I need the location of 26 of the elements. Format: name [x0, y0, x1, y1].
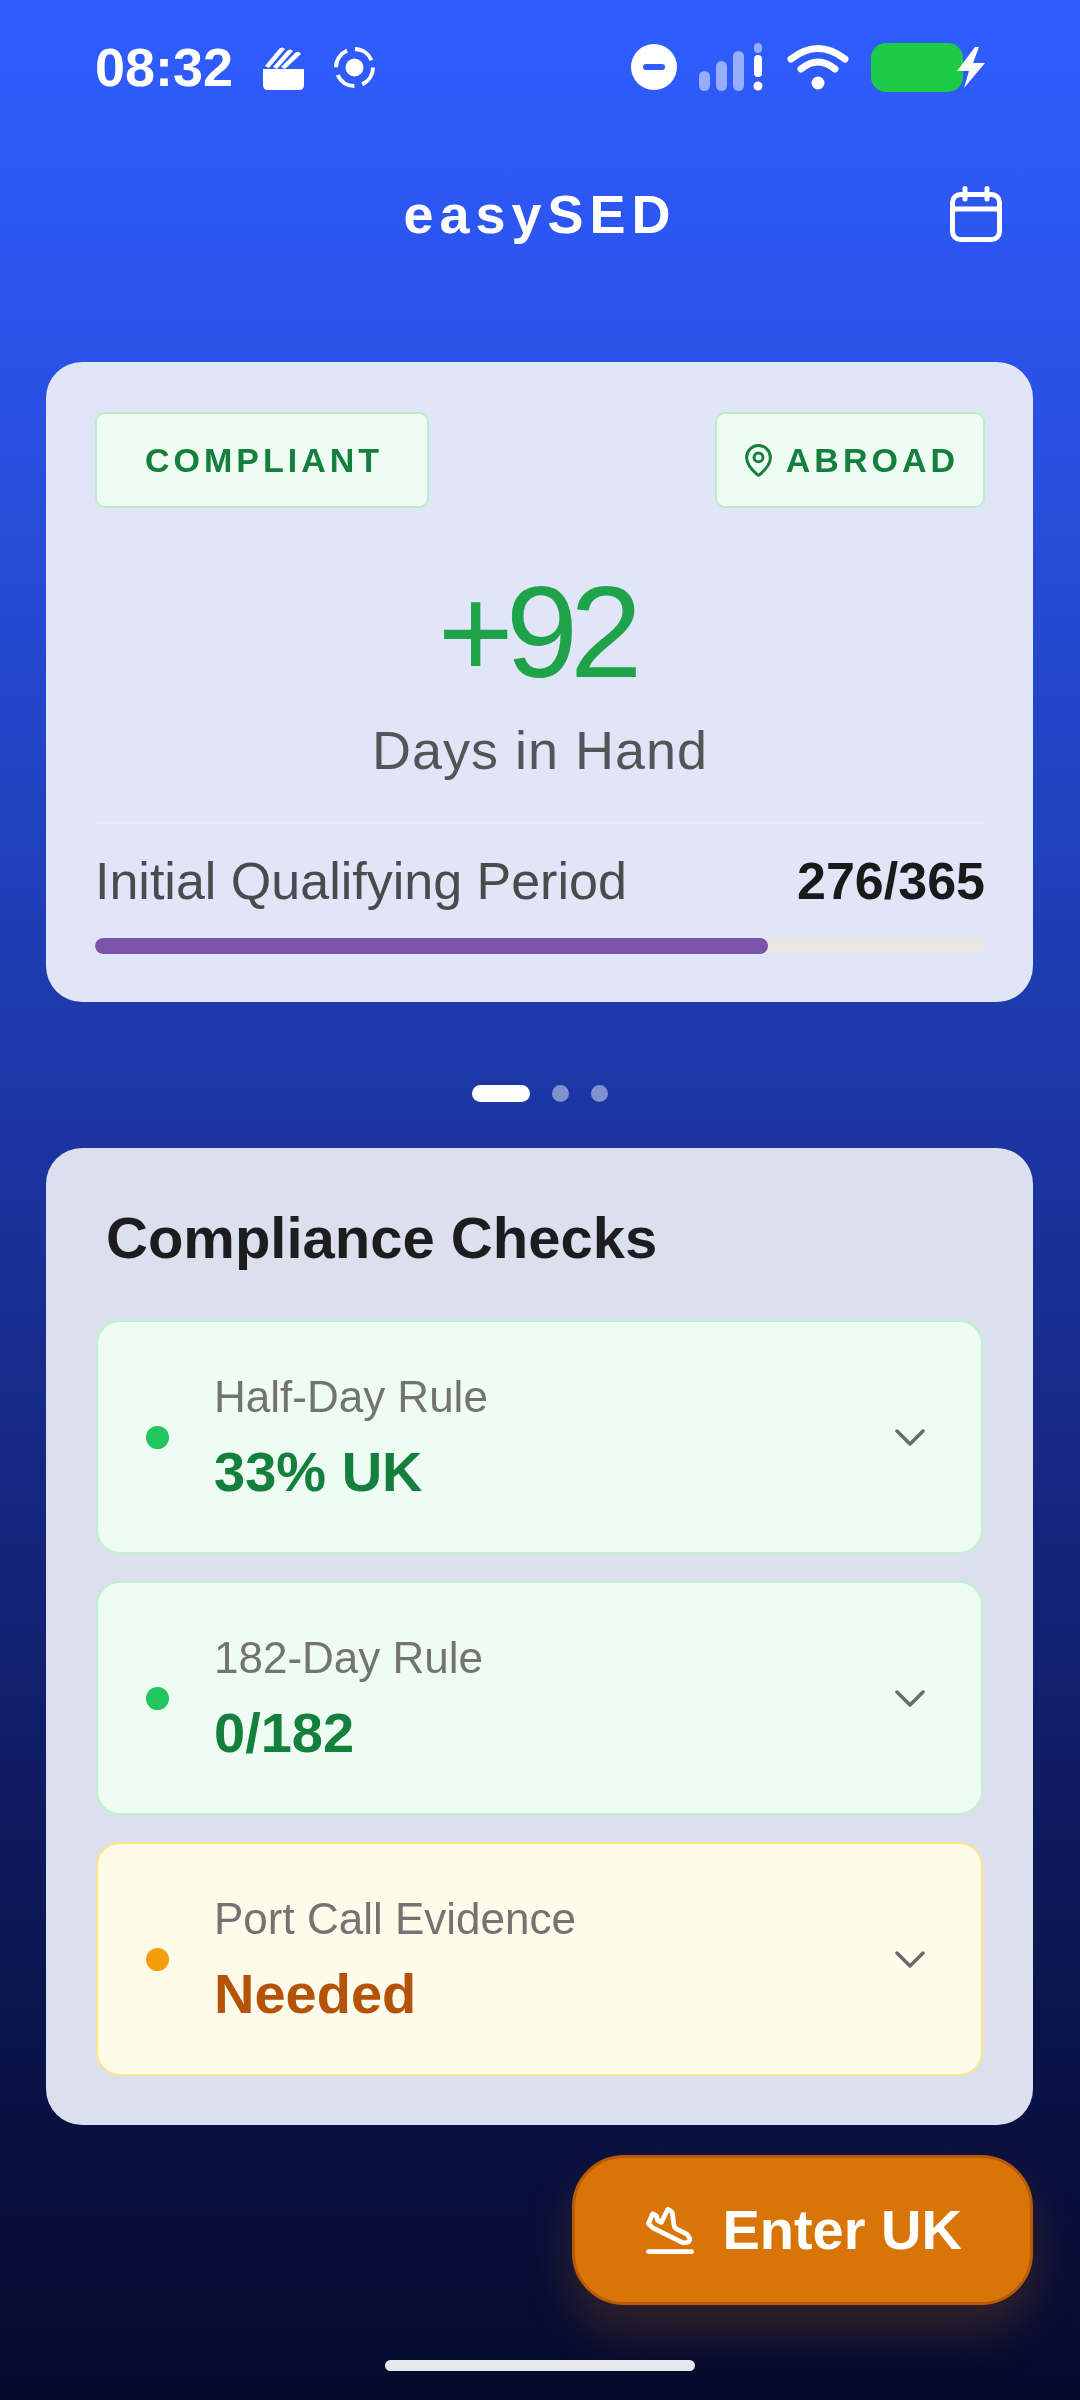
check-value: 33% UK — [214, 1443, 423, 1500]
check-item[interactable]: 182-Day Rule 0/182 — [96, 1581, 983, 1815]
battery-charging-icon — [871, 42, 986, 92]
check-item[interactable]: Half-Day Rule 33% UK — [96, 1320, 983, 1554]
wifi-icon — [787, 44, 849, 90]
check-value: Needed — [214, 1965, 417, 2022]
status-time: 08:32 — [95, 40, 234, 94]
chevron-icon[interactable] — [895, 1428, 925, 1446]
signal-icon — [699, 43, 765, 91]
calendar-icon[interactable] — [950, 186, 1002, 242]
status-badge: COMPLIANT — [95, 412, 430, 508]
enter-uk-button[interactable]: Enter UK — [572, 2155, 1033, 2305]
chevron-icon[interactable] — [895, 1950, 925, 1968]
period-count: 276/365 — [797, 855, 985, 907]
minus-circle-icon — [631, 44, 677, 90]
map-pin-icon — [744, 443, 772, 477]
check-value: 0/182 — [214, 1704, 355, 1761]
check-label: 182-Day Rule — [214, 1635, 484, 1680]
target-icon — [334, 46, 376, 88]
days-value: +92 — [437, 567, 636, 697]
chevron-icon[interactable] — [895, 1689, 925, 1707]
location-text: ABROAD — [785, 443, 959, 477]
check-label: Port Call Evidence — [214, 1896, 576, 1941]
plane-landing-icon — [646, 2206, 695, 2254]
check-item[interactable]: Port Call Evidence Needed — [96, 1842, 983, 2076]
check-label: Half-Day Rule — [214, 1374, 488, 1419]
